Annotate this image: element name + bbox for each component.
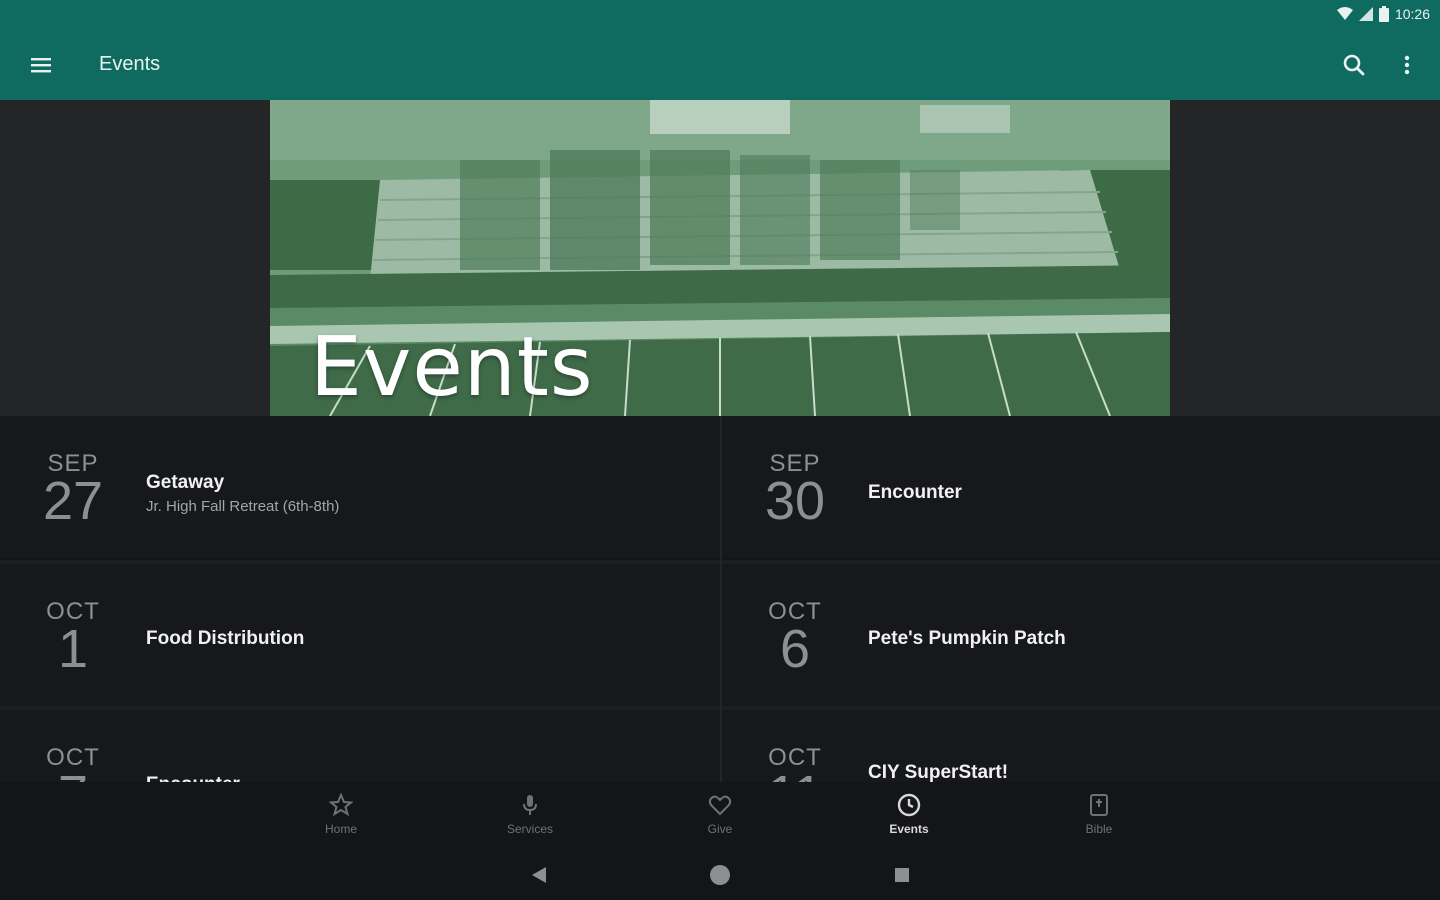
event-card[interactable]: OCT 1 Food Distribution: [0, 564, 720, 706]
hero-title: Events: [310, 320, 594, 415]
star-icon: [329, 792, 353, 817]
status-bar: 10:26: [0, 0, 1440, 30]
wifi-icon: [1336, 7, 1353, 20]
nav-label: Bible: [1085, 822, 1113, 836]
event-title: Pete's Pumpkin Patch: [868, 628, 1066, 649]
clock-icon: [897, 793, 921, 817]
event-card[interactable]: OCT 7 Encounter: [0, 710, 720, 782]
events-grid: SEP 27 Getaway Jr. High Fall Retreat (6t…: [0, 416, 1440, 782]
nav-label: Home: [324, 822, 357, 836]
event-title: CIY SuperStart!: [868, 762, 1009, 782]
heart-icon: [708, 795, 732, 816]
menu-button[interactable]: [22, 46, 60, 84]
status-time: 10:26: [1394, 6, 1430, 22]
event-day: 30: [764, 471, 826, 531]
nav-services[interactable]: Services: [485, 792, 575, 836]
event-card[interactable]: SEP 27 Getaway Jr. High Fall Retreat (6t…: [0, 416, 720, 558]
nav-home[interactable]: Home: [296, 792, 386, 836]
menu-icon: [31, 58, 51, 73]
hero-section: Events: [0, 100, 1440, 416]
event-card[interactable]: OCT 6 Pete's Pumpkin Patch: [722, 564, 1440, 706]
event-day: 27: [42, 471, 104, 531]
search-icon: [1343, 54, 1365, 76]
event-title: Encounter: [868, 482, 962, 503]
event-card[interactable]: SEP 30 Encounter: [722, 416, 1440, 558]
nav-bible[interactable]: Bible: [1054, 792, 1144, 836]
back-icon: [532, 867, 546, 883]
event-title: Getaway: [146, 472, 225, 493]
system-nav-bar: [0, 842, 1440, 900]
status-icons: 10:26: [1336, 6, 1430, 22]
event-card[interactable]: OCT 11 CIY SuperStart!: [722, 710, 1440, 782]
event-title: Encounter: [146, 774, 240, 782]
recents-button[interactable]: [887, 860, 917, 890]
battery-icon: [1378, 6, 1389, 22]
event-day: 11: [722, 764, 868, 782]
recents-icon: [895, 868, 909, 882]
bible-icon: [1090, 794, 1108, 816]
home-button[interactable]: [705, 860, 735, 890]
app-bar: Events: [0, 30, 1440, 100]
home-circle-icon: [710, 865, 730, 885]
more-options-button[interactable]: [1388, 46, 1426, 84]
back-button[interactable]: [524, 860, 554, 890]
more-vertical-icon: [1404, 55, 1410, 75]
page-title: Events: [99, 53, 161, 75]
event-subtitle: Jr. High Fall Retreat (6th-8th): [146, 498, 340, 515]
signal-icon: [1358, 7, 1373, 21]
bottom-nav: Home Services Give Events Bible: [0, 782, 1440, 842]
column-divider: [720, 416, 722, 782]
microphone-icon: [523, 795, 537, 815]
event-day: 6: [779, 619, 811, 679]
nav-label: Give: [707, 822, 733, 836]
nav-label: Services: [506, 822, 553, 836]
hero-banner: Events: [270, 100, 1170, 416]
search-button[interactable]: [1335, 46, 1373, 84]
event-title: Food Distribution: [146, 628, 305, 649]
nav-give[interactable]: Give: [675, 792, 765, 836]
nav-label: Events: [889, 822, 929, 836]
event-day: 7: [0, 764, 146, 782]
event-day: 1: [57, 619, 89, 679]
nav-events[interactable]: Events: [864, 792, 954, 836]
